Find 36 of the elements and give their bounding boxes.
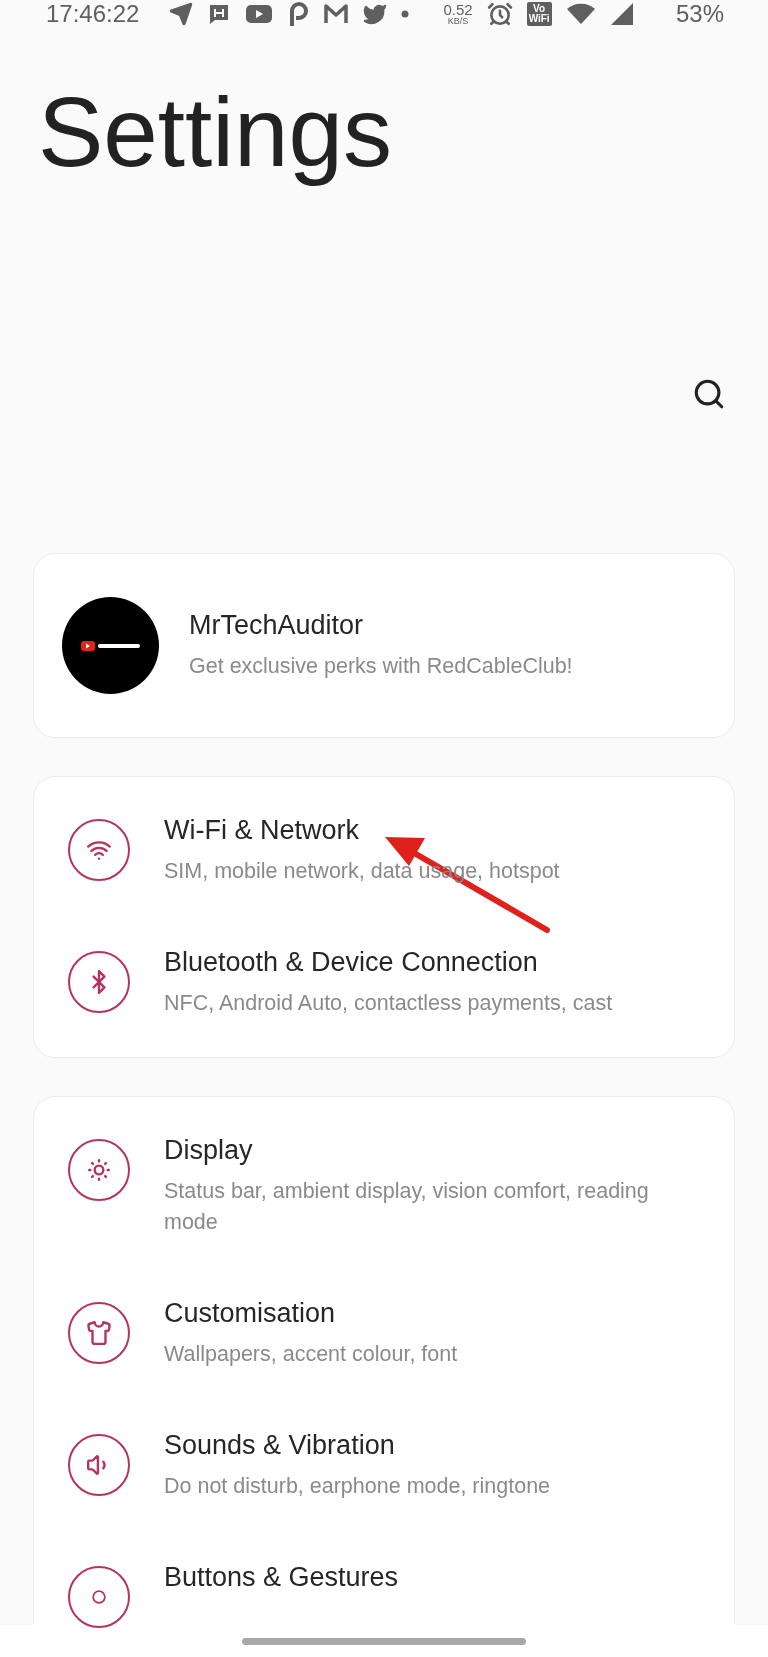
profile-card[interactable]: MrTechAuditor Get exclusive perks with RedCableClub!: [33, 553, 735, 738]
item-subtitle: Do not disturb, earphone mode, ringtone: [164, 1473, 551, 1500]
cell-signal-icon: [609, 2, 634, 26]
play-icon: [245, 3, 274, 25]
settings-item[interactable]: Display Status bar, ambient display, vision comfort, reading mode: [34, 1105, 734, 1268]
gesture-handle[interactable]: [242, 1637, 526, 1645]
speed-unit: KB/S: [447, 17, 469, 26]
settings-item[interactable]: Sounds & Vibration Do not disturb, earphone mode, ringtone: [34, 1400, 734, 1532]
item-subtitle: Wallpapers, accent colour, font: [164, 1341, 458, 1368]
alarm-icon: [486, 1, 513, 27]
wifi-signal-icon: [565, 3, 596, 25]
item-title: Buttons & Gestures: [164, 1562, 399, 1593]
network-speed: 0.52: [443, 2, 473, 17]
item-subtitle: Status bar, ambient display, vision comfort, reading mode: [164, 1178, 650, 1236]
profile-name: MrTechAuditor: [189, 609, 365, 641]
send-icon: [169, 2, 194, 26]
profile-subtitle: Get exclusive perks with RedCableClub!: [189, 652, 573, 680]
battery-percent: 53%: [675, 0, 724, 28]
item-title: Customisation: [164, 1298, 337, 1329]
dot-icon: [401, 10, 410, 18]
settings-item[interactable]: Customisation Wallpapers, accent colour, font: [34, 1268, 734, 1400]
item-title: Bluetooth & Device Connection: [164, 947, 539, 978]
bird-icon: [363, 2, 388, 26]
circle-icon: [92, 1590, 106, 1604]
item-title: Display: [164, 1135, 254, 1166]
settings-item[interactable]: Bluetooth & Device Connection NFC, Android Auto, contactless payments, cast: [34, 917, 734, 1049]
item-title: Wi-Fi & Network: [164, 815, 360, 846]
p-shape-icon: [287, 0, 310, 28]
clock-time: 17:46:22: [46, 0, 140, 28]
vowifi-badge: Vo WiFi: [526, 2, 552, 26]
item-title: Sounds & Vibration: [164, 1430, 396, 1461]
mail-icon: [323, 3, 350, 25]
page-title: Settings: [38, 76, 394, 189]
shirt-icon: [86, 1320, 112, 1346]
brightness-icon: [86, 1157, 112, 1183]
item-subtitle: NFC, Android Auto, contactless payments, cast: [164, 990, 613, 1017]
